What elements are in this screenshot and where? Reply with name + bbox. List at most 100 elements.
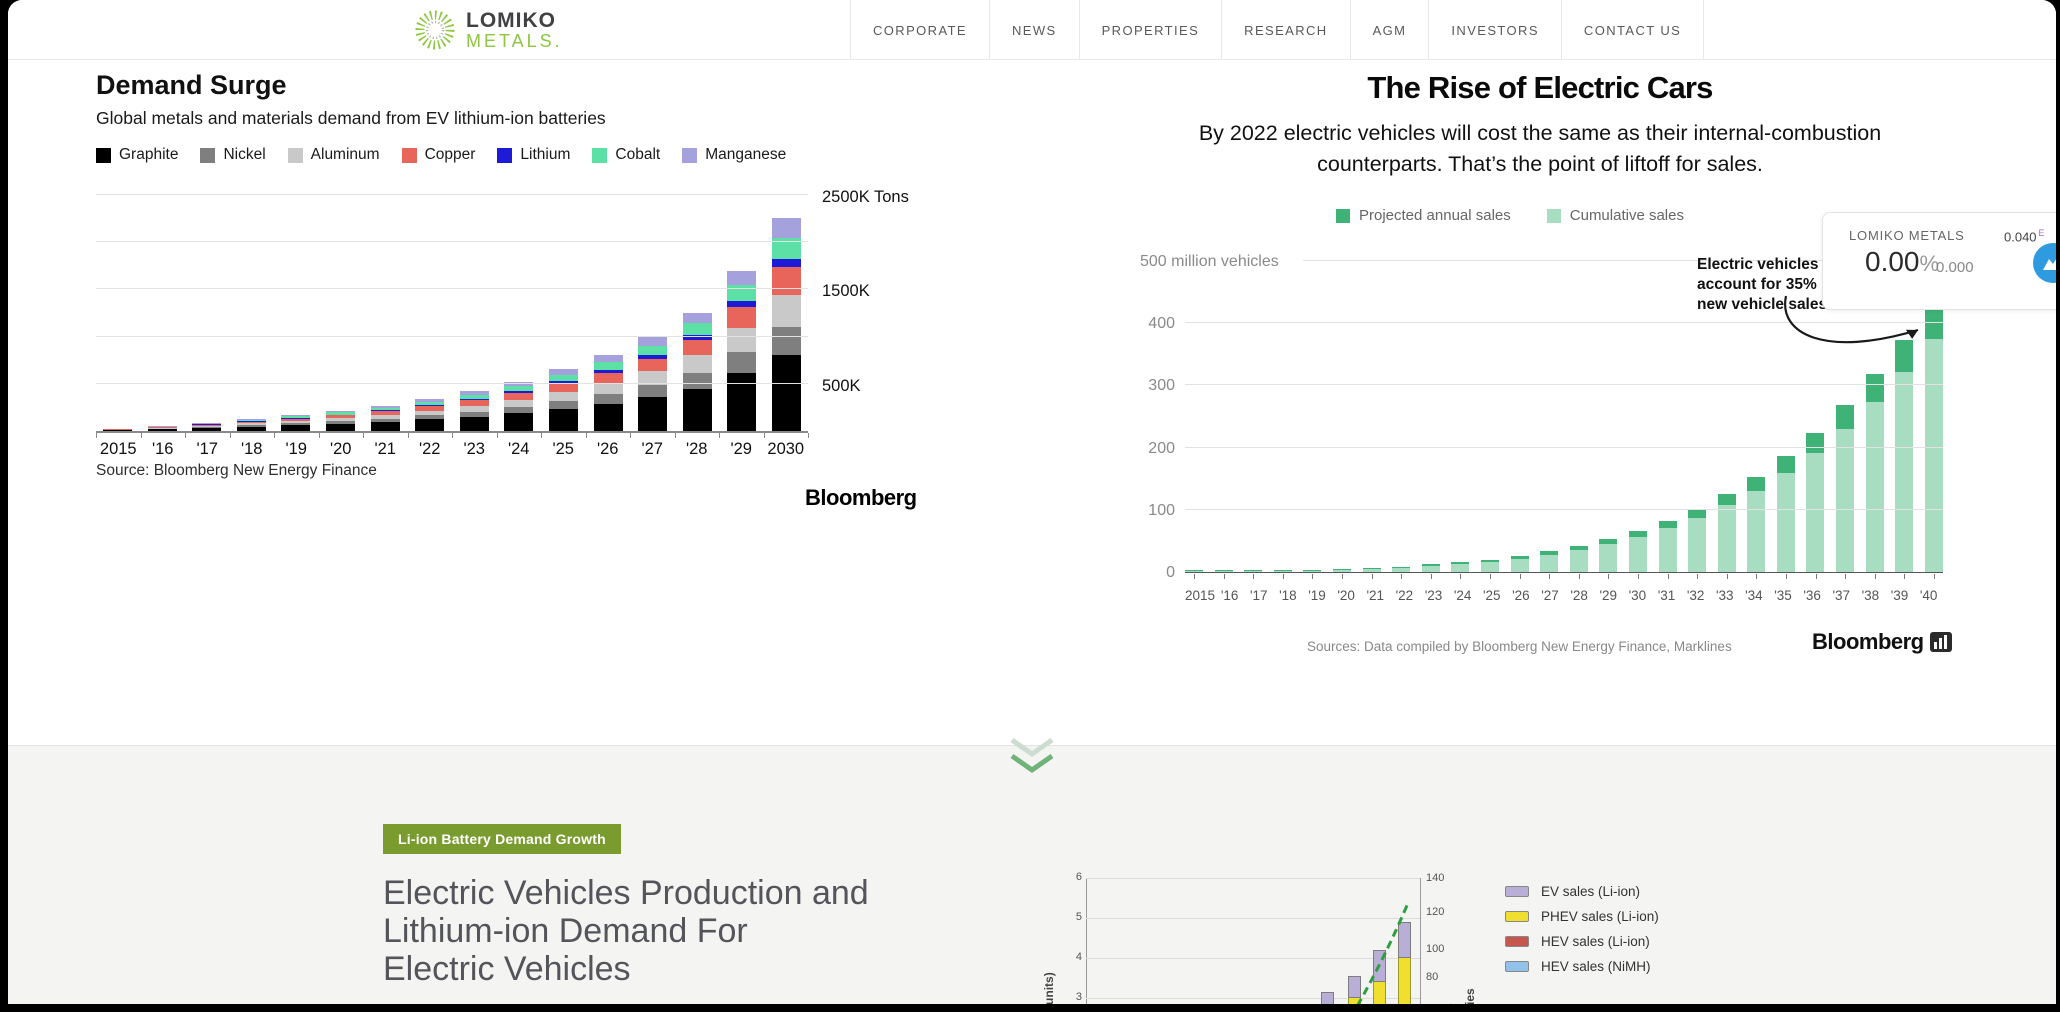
nav-item-investors[interactable]: INVESTORS (1428, 0, 1561, 60)
segment-aluminum (772, 295, 801, 327)
ev-axis-tick (1431, 574, 1432, 579)
segment-nickel (727, 352, 756, 373)
mini-legend-item-ev-sales-li-ion-: EV sales (Li-ion) (1505, 879, 1659, 904)
ev-axis-tick (1668, 574, 1669, 579)
ev-bar-37 (1836, 405, 1854, 572)
segment-cobalt (727, 285, 756, 301)
logo-text-metals: METALS. (466, 32, 563, 50)
segment-annual (1836, 405, 1854, 429)
mini-legend-swatch (1505, 886, 1529, 897)
mini-legend-swatch (1505, 961, 1529, 972)
demand-axis-tick (230, 433, 231, 438)
mini-legend-item-phev-sales-li-ion-: PHEV sales (Li-ion) (1505, 904, 1659, 929)
demand-chart-yaxis: 2500K Tons1500K500K (814, 197, 944, 433)
demand-gridline-1000 (96, 336, 808, 337)
demand-axis-tick (319, 433, 320, 438)
ev-gridline-100 (1185, 509, 1943, 510)
legend-swatch (1336, 209, 1350, 223)
demand-axis-tick (541, 433, 542, 438)
segment-annual (1688, 509, 1706, 518)
mini-legend-label: HEV sales (NiMH) (1541, 959, 1651, 974)
lomiko-logo[interactable]: LOMIKO METALS. (412, 7, 563, 53)
stock-chart-icon (2033, 243, 2056, 283)
demand-axis-tick (586, 433, 587, 438)
demand-gridline-2000 (96, 241, 808, 242)
segment-cumulative (1333, 570, 1351, 572)
legend-label: Copper (425, 146, 476, 164)
ev-axis-tick (1283, 574, 1284, 579)
segment-cumulative (1215, 571, 1233, 572)
nav-item-agm[interactable]: AGM (1350, 0, 1429, 60)
demand-ytick-1500: 1500K (822, 282, 870, 301)
ev-ytick-100: 100 (1148, 502, 1175, 520)
ev-xlabel: '24 (1448, 588, 1477, 603)
ev-xlabel: '31 (1652, 588, 1681, 603)
demand-bar-24 (504, 382, 533, 431)
mini-right-axis-label: x thousand (1480, 859, 1494, 1004)
nav-item-corporate[interactable]: CORPORATE (850, 0, 989, 60)
segment-manganese (772, 218, 801, 238)
ticker-company: LOMIKO METALS (1849, 228, 1965, 243)
legend-item-cobalt: Cobalt (592, 146, 660, 164)
legend-label: Aluminum (311, 146, 380, 164)
segment-graphite (638, 397, 667, 431)
nav-item-contact-us[interactable]: CONTACT US (1561, 0, 1704, 60)
legend-label: Projected annual sales (1359, 207, 1511, 224)
ev-chart-header: The Rise of Electric Cars By 2022 electr… (1120, 70, 1960, 180)
segment-graphite (281, 425, 310, 431)
bloomberg-logo-right: Bloomberg (1812, 629, 1952, 655)
segment-cumulative (1836, 429, 1854, 572)
ev-bar-32 (1688, 509, 1706, 572)
legend-label: Cobalt (615, 146, 660, 164)
scroll-down-chevron-icon[interactable] (1000, 736, 1064, 780)
legend-item-graphite: Graphite (96, 146, 178, 164)
segment-graphite (148, 429, 177, 431)
demand-xlabel: '21 (363, 440, 408, 459)
ev-axis-tick (1520, 574, 1521, 579)
ev-bar-33 (1718, 494, 1736, 572)
ev-axis-tick (1401, 574, 1402, 579)
demand-axis-tick (630, 433, 631, 438)
segment-copper (549, 384, 578, 392)
segment-nickel (683, 373, 712, 389)
ev-xlabel: '20 (1332, 588, 1361, 603)
demand-xlabel: '24 (497, 440, 542, 459)
segment-annual (1866, 374, 1884, 402)
ev-bar-34 (1747, 477, 1765, 572)
segment-cobalt (638, 346, 667, 355)
ticker-price: 0.040E (2004, 228, 2045, 244)
segment-cumulative (1392, 568, 1410, 572)
segment-nickel (638, 385, 667, 397)
ev-axis-tick (1934, 574, 1935, 579)
segment-cumulative (1895, 372, 1913, 572)
demand-ytick-500: 500K (822, 377, 861, 396)
mini-legend-item-hev-sales-nimh-: HEV sales (NiMH) (1505, 954, 1659, 979)
ev-axis-tick (1904, 574, 1905, 579)
nav-item-news[interactable]: NEWS (989, 0, 1079, 60)
demand-xlabel: '20 (319, 440, 364, 459)
segment-graphite (192, 428, 221, 431)
ev-xlabel: '23 (1419, 588, 1448, 603)
nav-item-properties[interactable]: PROPERTIES (1079, 0, 1222, 60)
demand-bar-27 (638, 337, 667, 431)
demand-xlabel: '19 (274, 440, 319, 459)
segment-aluminum (549, 392, 578, 401)
mini-legend-label: HEV sales (Li-ion) (1541, 934, 1650, 949)
ev-axis-tick (1253, 574, 1254, 579)
segment-cumulative (1629, 537, 1647, 572)
demand-xlabel: '28 (675, 440, 720, 459)
ev-xlabel: '33 (1710, 588, 1739, 603)
segment-copper (772, 267, 801, 295)
demand-chart-xaxis: 2015'16'17'18'19'20'21'22'23'24'25'26'27… (96, 440, 808, 459)
stock-ticker-widget[interactable]: LOMIKO METALS 0.040E 0.00% 0.000 (1822, 212, 2056, 310)
ev-axis-tick (1312, 574, 1313, 579)
ev-xlabel: '29 (1594, 588, 1623, 603)
liion-demand-mini-chart: le sales (M units) 654314012010080 deman… (1046, 859, 1516, 1004)
nav-item-research[interactable]: RESEARCH (1221, 0, 1349, 60)
ev-chart-legend: Projected annual salesCumulative sales (1120, 207, 1900, 224)
ev-bar-38 (1866, 374, 1884, 572)
segment-cumulative (1303, 571, 1321, 572)
segment-annual (1659, 521, 1677, 528)
legend-swatch-graphite (96, 148, 111, 163)
demand-axis-tick (96, 433, 97, 438)
